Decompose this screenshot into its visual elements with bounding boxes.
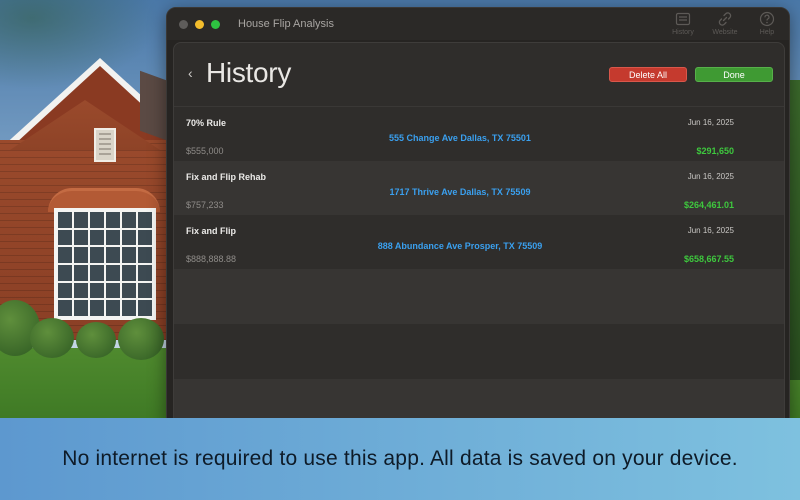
titlebar: House Flip Analysis History Website Help	[167, 8, 789, 40]
shrub	[30, 318, 74, 358]
back-button[interactable]: ‹	[188, 65, 193, 81]
zoom-button[interactable]	[211, 19, 220, 29]
analysis-name: Fix and Flip Rehab	[186, 172, 267, 182]
profit-value: $291,650	[696, 146, 734, 156]
analysis-date: Jun 16, 2025	[687, 118, 734, 127]
purchase-price: $757,233	[186, 200, 224, 210]
close-button[interactable]	[179, 19, 188, 29]
caption-banner: No internet is required to use this app.…	[0, 418, 800, 500]
toolbar: History Website Help	[665, 11, 785, 36]
property-address: 1717 Thrive Ave Dallas, TX 75509	[389, 187, 531, 197]
app-window: House Flip Analysis History Website Help…	[166, 7, 790, 425]
analysis-name: Fix and Flip	[186, 226, 237, 236]
profit-value: $264,461.01	[683, 200, 734, 210]
purchase-price: $888,888.88	[186, 254, 237, 264]
delete-all-button[interactable]: Delete All	[609, 67, 687, 82]
toolbar-history-label: History	[672, 29, 694, 36]
shrub	[118, 318, 164, 360]
minimize-button[interactable]	[195, 19, 204, 29]
history-icon	[675, 12, 691, 26]
analysis-name: 70% Rule	[186, 118, 227, 128]
history-list: 70% Rule Jun 16, 2025 555 Change Ave Dal…	[174, 107, 784, 424]
history-row[interactable]: Fix and Flip Rehab Jun 16, 2025 1717 Thr…	[174, 161, 784, 215]
attic-vent	[94, 128, 116, 162]
property-address: 888 Abundance Ave Prosper, TX 75509	[377, 241, 543, 251]
purchase-price: $555,000	[186, 146, 224, 156]
caption-text: No internet is required to use this app.…	[62, 447, 738, 470]
empty-row	[174, 324, 784, 379]
help-icon	[759, 11, 775, 27]
history-row[interactable]: 70% Rule Jun 16, 2025 555 Change Ave Dal…	[174, 107, 784, 161]
sheet-header: ‹ History Delete All Done	[174, 43, 784, 107]
link-icon	[718, 12, 732, 26]
toolbar-help-label: Help	[759, 29, 775, 36]
analysis-date: Jun 16, 2025	[687, 226, 734, 235]
toolbar-website-button[interactable]: Website	[707, 11, 743, 36]
toolbar-website-label: Website	[712, 29, 738, 36]
done-button[interactable]: Done	[695, 67, 773, 82]
history-row[interactable]: Fix and Flip Jun 16, 2025 888 Abundance …	[174, 215, 784, 269]
house-window	[54, 208, 156, 320]
page-title: History	[206, 57, 292, 88]
history-sheet: ‹ History Delete All Done 70% Rule Jun 1…	[173, 42, 785, 424]
window-title: House Flip Analysis	[238, 18, 334, 30]
toolbar-history-button[interactable]: History	[665, 11, 701, 36]
property-address: 555 Change Ave Dallas, TX 75501	[389, 133, 531, 143]
toolbar-help-button[interactable]: Help	[749, 11, 785, 36]
shrub	[76, 322, 116, 358]
analysis-date: Jun 16, 2025	[687, 172, 734, 181]
empty-row	[174, 269, 784, 324]
profit-value: $658,667.55	[683, 254, 734, 264]
window-controls	[179, 19, 220, 29]
